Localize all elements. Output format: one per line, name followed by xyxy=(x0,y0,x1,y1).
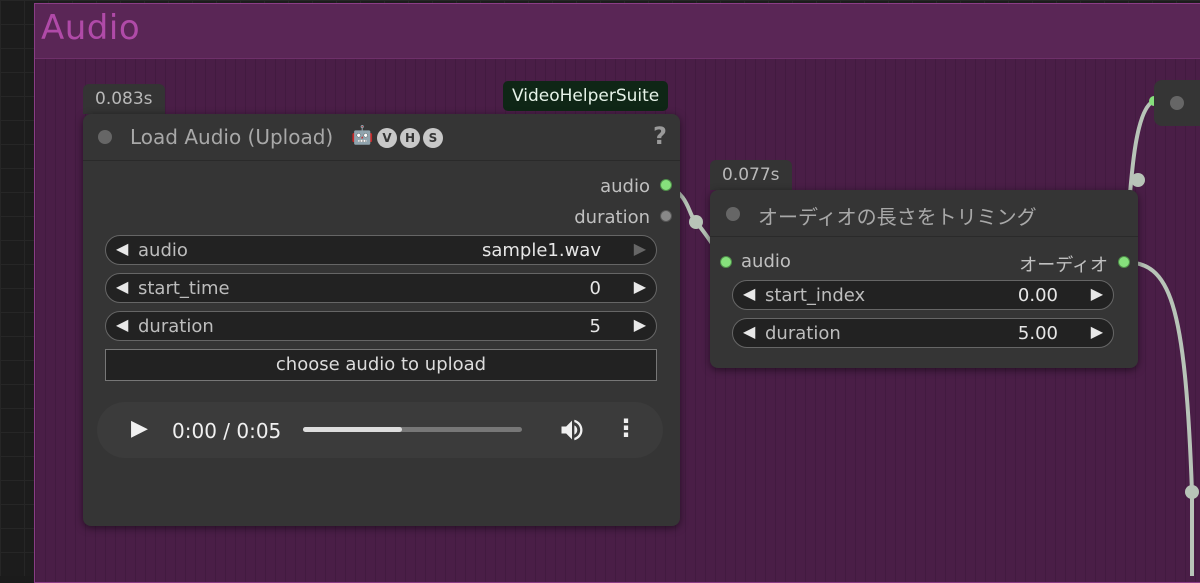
output-audio-label: オーディオ xyxy=(1019,255,1108,276)
progress-slider[interactable] xyxy=(303,427,522,432)
widget-label: start_index xyxy=(765,285,866,306)
audio-player[interactable]: ▶ 0:00 / 0:05 ⋮ xyxy=(97,402,663,458)
decrement-arrow[interactable]: ◀ xyxy=(743,322,755,341)
output-audio-slot[interactable] xyxy=(1118,256,1130,268)
widget-label: audio xyxy=(138,240,188,261)
tag-s-icon: S xyxy=(423,128,443,148)
help-button[interactable]: ? xyxy=(653,122,667,150)
widget-value: 5 xyxy=(589,316,601,337)
group-header[interactable]: Audio xyxy=(35,4,1200,59)
exec-time-badge: 0.083s xyxy=(83,84,165,114)
increment-arrow[interactable]: ▶ xyxy=(634,315,646,334)
group-title: Audio xyxy=(41,8,141,48)
input-audio-slot[interactable] xyxy=(720,256,732,268)
widget-value: 0 xyxy=(589,278,601,299)
decrement-arrow[interactable]: ◀ xyxy=(116,315,128,334)
node-title-bar[interactable]: オーディオの長さをトリミング xyxy=(710,190,1138,237)
output-audio-slot[interactable] xyxy=(660,179,672,191)
output-duration-label: duration xyxy=(574,207,650,228)
collapse-dot[interactable] xyxy=(726,207,740,221)
duration-number[interactable]: ◀ duration 5.00 ▶ xyxy=(732,318,1114,348)
increment-arrow[interactable]: ▶ xyxy=(1091,284,1103,303)
suite-badge: VideoHelperSuite xyxy=(503,81,669,111)
start-time-number[interactable]: ◀ start_time 0 ▶ xyxy=(105,273,657,303)
duration-number[interactable]: ◀ duration 5 ▶ xyxy=(105,311,657,341)
widget-label: duration xyxy=(138,316,214,337)
increment-arrow[interactable]: ▶ xyxy=(1091,322,1103,341)
tag-v-icon: V xyxy=(377,128,397,148)
node-status-dot xyxy=(1170,96,1184,110)
widget-value: 5.00 xyxy=(1017,323,1058,344)
widget-value: 0.00 xyxy=(1017,285,1058,306)
play-icon[interactable]: ▶ xyxy=(131,416,148,441)
node-title-bar[interactable]: Load Audio (Upload) 🤖 V H S ? xyxy=(83,114,680,161)
progress-fill xyxy=(303,427,402,432)
volume-icon[interactable] xyxy=(558,416,586,444)
exec-time-badge: 0.077s xyxy=(710,160,792,190)
more-vert-icon[interactable]: ⋮ xyxy=(614,414,638,442)
collapse-dot[interactable] xyxy=(98,130,112,144)
node-title: Load Audio (Upload) xyxy=(130,125,334,149)
upload-audio-button[interactable]: choose audio to upload xyxy=(105,349,657,381)
decrement-arrow[interactable]: ◀ xyxy=(116,277,128,296)
decrement-arrow[interactable]: ◀ xyxy=(743,284,755,303)
start-index-number[interactable]: ◀ start_index 0.00 ▶ xyxy=(732,280,1114,310)
trim-audio-node[interactable]: オーディオの長さをトリミング audio オーディオ ◀ start_index… xyxy=(710,190,1138,368)
right-node-partial[interactable] xyxy=(1154,80,1200,126)
widget-label: duration xyxy=(765,323,841,344)
tag-h-icon: H xyxy=(400,128,420,148)
increment-arrow[interactable]: ▶ xyxy=(634,239,646,258)
widget-value: sample1.wav xyxy=(481,240,601,261)
output-duration-slot[interactable] xyxy=(660,210,672,222)
increment-arrow[interactable]: ▶ xyxy=(634,277,646,296)
audio-file-combo[interactable]: ◀ audio sample1.wav ▶ xyxy=(105,235,657,265)
node-title: オーディオの長さをトリミング xyxy=(758,205,1037,229)
robot-icon: 🤖 xyxy=(351,125,374,146)
load-audio-node[interactable]: Load Audio (Upload) 🤖 V H S ? audio dura… xyxy=(83,114,680,526)
decrement-arrow[interactable]: ◀ xyxy=(116,239,128,258)
player-time: 0:00 / 0:05 xyxy=(172,419,282,443)
input-audio-label: audio xyxy=(741,251,791,272)
output-audio-label: audio xyxy=(600,176,650,197)
widget-label: start_time xyxy=(138,278,230,299)
